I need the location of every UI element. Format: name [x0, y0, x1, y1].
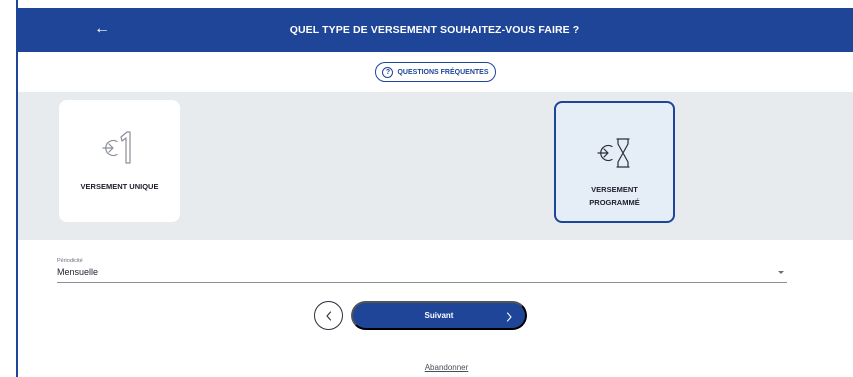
next-button[interactable]: Suivant: [351, 301, 527, 330]
previous-button[interactable]: [314, 301, 343, 330]
periodicity-label: Périodicité: [57, 258, 83, 264]
abandon-link[interactable]: Abandonner: [425, 363, 469, 372]
back-arrow-button[interactable]: ←: [94, 19, 110, 39]
one-time-payment-icon: [101, 131, 131, 164]
option-card-programme[interactable]: VERSEMENT PROGRAMMÉ: [554, 101, 675, 223]
faq-button[interactable]: ? QUESTIONS FRÉQUENTES: [375, 62, 496, 82]
caret-down-icon: [778, 271, 784, 274]
next-label: Suivant: [424, 311, 454, 320]
periodicity-value: Mensuelle: [57, 267, 99, 277]
faq-row: ? QUESTIONS FRÉQUENTES: [18, 52, 853, 92]
page-title: QUEL TYPE DE VERSEMENT SOUHAITEZ-VOUS FA…: [289, 24, 580, 36]
page-header: ← QUEL TYPE DE VERSEMENT SOUHAITEZ-VOUS …: [16, 8, 853, 52]
chevron-right-icon: [506, 312, 512, 322]
chevron-left-icon: [325, 310, 331, 321]
periodicity-select[interactable]: Périodicité Mensuelle: [57, 258, 787, 283]
scheduled-payment-icon: [596, 138, 630, 168]
payment-type-options: VERSEMENT UNIQUE VERSEMENT PROGRAMMÉ: [18, 92, 853, 240]
abandon-row: Abandonner: [0, 357, 853, 375]
question-circle-icon: ?: [382, 66, 394, 78]
option-label-unique: VERSEMENT UNIQUE: [80, 182, 159, 191]
option-card-unique[interactable]: VERSEMENT UNIQUE: [59, 100, 180, 222]
faq-label: QUESTIONS FRÉQUENTES: [397, 68, 489, 76]
option-label-programme: VERSEMENT PROGRAMMÉ: [589, 185, 640, 207]
